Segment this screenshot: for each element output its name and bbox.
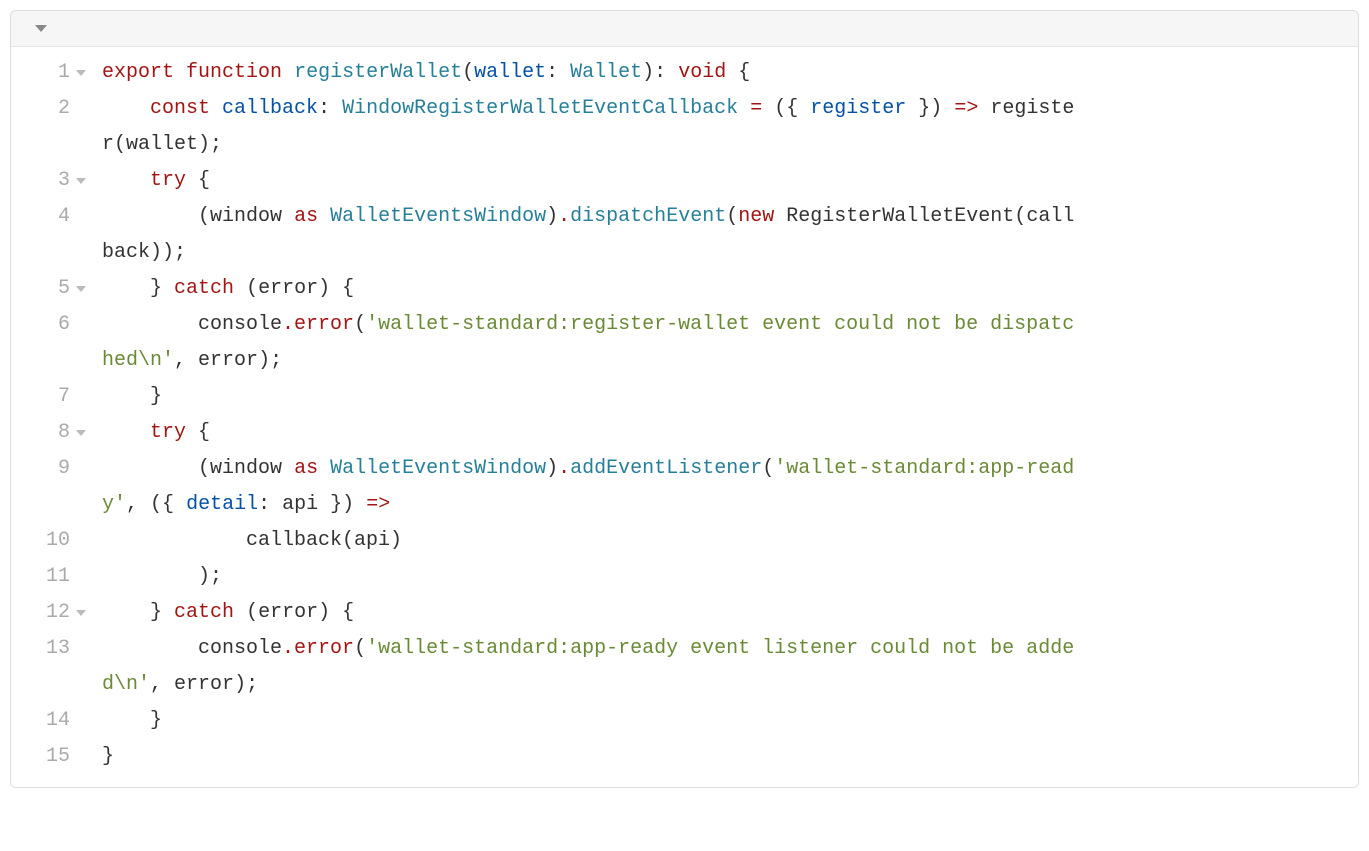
fold-marker-icon[interactable] — [76, 430, 86, 436]
code-line: try { — [96, 415, 1358, 451]
gutter-line[interactable]: 13 — [11, 631, 96, 667]
gutter-line[interactable]: 6 — [11, 307, 96, 343]
line-gutter: 1 2 - 3 4 - 5 6 - 7 8 9 - 10 11 12 13 - … — [11, 55, 96, 775]
code-line: console.error('wallet-standard:app-ready… — [96, 631, 1358, 667]
gutter-line[interactable]: 4 — [11, 199, 96, 235]
fold-marker-icon[interactable] — [76, 178, 86, 184]
code-line: } catch (error) { — [96, 271, 1358, 307]
code-line: try { — [96, 163, 1358, 199]
gutter-line[interactable]: 5 — [11, 271, 96, 307]
code-line: const callback: WindowRegisterWalletEven… — [96, 91, 1358, 127]
code-line: y', ({ detail: api }) => — [96, 487, 1358, 523]
fold-marker-icon[interactable] — [76, 286, 86, 292]
gutter-line[interactable]: 11 — [11, 559, 96, 595]
gutter-line[interactable]: 7 — [11, 379, 96, 415]
gutter-line[interactable]: 15 — [11, 739, 96, 775]
gutter-line[interactable]: 1 — [11, 55, 96, 91]
code-line: (window as WalletEventsWindow).addEventL… — [96, 451, 1358, 487]
fold-marker-icon[interactable] — [76, 70, 86, 76]
code-line: back)); — [96, 235, 1358, 271]
fold-marker-icon[interactable] — [76, 610, 86, 616]
gutter-line[interactable]: 8 — [11, 415, 96, 451]
chevron-down-icon[interactable] — [35, 25, 47, 32]
code-line: } catch (error) { — [96, 595, 1358, 631]
code-line: ); — [96, 559, 1358, 595]
code-line: export function registerWallet(wallet: W… — [96, 55, 1358, 91]
code-line: (window as WalletEventsWindow).dispatchE… — [96, 199, 1358, 235]
code-line: } — [96, 379, 1358, 415]
gutter-line[interactable]: 9 — [11, 451, 96, 487]
code-line: d\n', error); — [96, 667, 1358, 703]
gutter-line[interactable]: 10 — [11, 523, 96, 559]
code-content[interactable]: export function registerWallet(wallet: W… — [96, 55, 1358, 775]
code-line: console.error('wallet-standard:register-… — [96, 307, 1358, 343]
code-line: hed\n', error); — [96, 343, 1358, 379]
gutter-line[interactable]: 14 — [11, 703, 96, 739]
editor-toolbar — [11, 11, 1358, 47]
code-line: r(wallet); — [96, 127, 1358, 163]
code-line: callback(api) — [96, 523, 1358, 559]
code-editor: 1 2 - 3 4 - 5 6 - 7 8 9 - 10 11 12 13 - … — [10, 10, 1359, 788]
gutter-line[interactable]: 12 — [11, 595, 96, 631]
gutter-line[interactable]: 3 — [11, 163, 96, 199]
code-line: } — [96, 703, 1358, 739]
gutter-line[interactable]: 2 — [11, 91, 96, 127]
code-line: } — [96, 739, 1358, 775]
code-area: 1 2 - 3 4 - 5 6 - 7 8 9 - 10 11 12 13 - … — [11, 47, 1358, 787]
